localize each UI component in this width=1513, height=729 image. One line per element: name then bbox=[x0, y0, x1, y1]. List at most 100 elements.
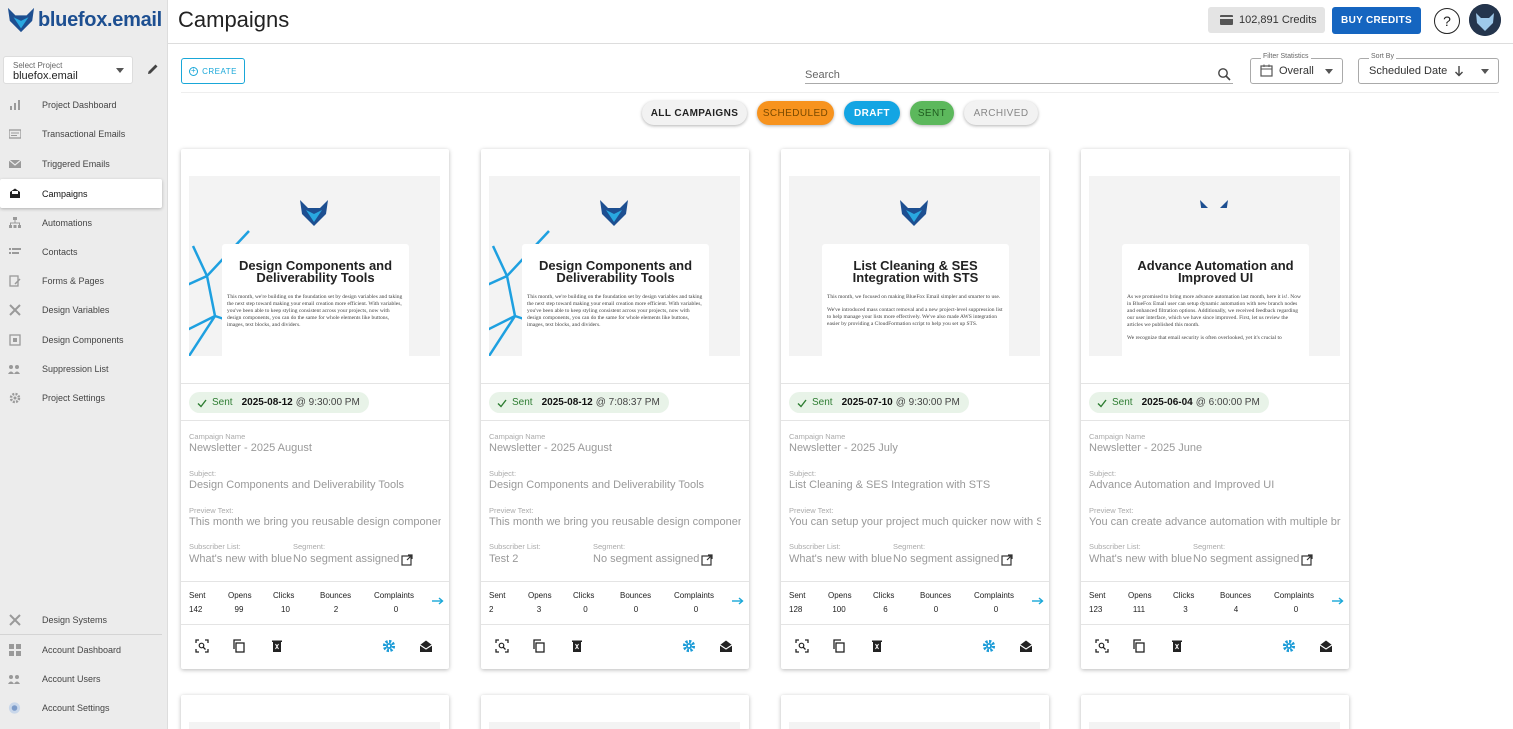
sidebar-item-label: Account Settings bbox=[42, 702, 110, 713]
preview-scan-icon[interactable] bbox=[795, 639, 809, 653]
stat-complaints-value: 0 bbox=[693, 605, 699, 614]
email-preview[interactable]: Design Components and Deliverability Too… bbox=[189, 176, 440, 356]
sidebar-item-account-users[interactable]: Account Users bbox=[0, 664, 162, 693]
email-preview[interactable]: Advance Automation and Improved UI As we… bbox=[1089, 176, 1340, 356]
help-icon[interactable]: ? bbox=[1434, 8, 1460, 34]
sidebar-item-account-settings[interactable]: Account Settings bbox=[0, 693, 162, 722]
sent-time: @ 9:30:00 PM bbox=[295, 397, 360, 408]
preview-text-value: This month we bring you reusable design … bbox=[489, 516, 741, 528]
gear-icon[interactable] bbox=[382, 639, 396, 653]
copy-icon[interactable] bbox=[532, 639, 546, 653]
filter-all-campaigns[interactable]: ALL CAMPAIGNS bbox=[642, 101, 747, 125]
open-external-icon[interactable] bbox=[701, 554, 713, 566]
divider bbox=[181, 624, 449, 625]
campaign-name-label: Campaign Name bbox=[789, 432, 846, 441]
sidebar-item-design-systems[interactable]: Design Systems bbox=[0, 605, 162, 634]
filter-sent[interactable]: SENT bbox=[910, 101, 954, 125]
gear-icon[interactable] bbox=[682, 639, 696, 653]
sidebar-item-automations[interactable]: Automations bbox=[0, 208, 162, 237]
campaign-card[interactable] bbox=[481, 695, 749, 729]
campaign-card[interactable]: List Cleaning & SES Integration with STS… bbox=[781, 149, 1049, 669]
preview-body: As we promised to bring more advance aut… bbox=[1127, 294, 1301, 328]
campaign-name-label: Campaign Name bbox=[1089, 432, 1146, 441]
delete-icon[interactable] bbox=[1170, 639, 1184, 653]
filter-statistics-value: Overall bbox=[1279, 65, 1314, 77]
arrow-right-icon[interactable] bbox=[1332, 597, 1344, 605]
open-envelope-icon[interactable] bbox=[1319, 639, 1333, 653]
search-input[interactable] bbox=[805, 67, 1205, 83]
preview-panel: Design Components and Deliverability Too… bbox=[222, 244, 409, 356]
stat-complaints-value: 0 bbox=[1293, 605, 1299, 614]
sidebar-item-design-variables[interactable]: Design Variables bbox=[0, 295, 162, 324]
preview-scan-icon[interactable] bbox=[195, 639, 209, 653]
campaign-card[interactable] bbox=[181, 695, 449, 729]
sidebar-item-suppression-list[interactable]: Suppression List bbox=[0, 354, 162, 383]
preview-text-label: Preview Text: bbox=[1089, 506, 1134, 515]
project-select[interactable]: Select Project bluefox.email bbox=[3, 56, 133, 84]
copy-icon[interactable] bbox=[832, 639, 846, 653]
open-envelope-icon[interactable] bbox=[1019, 639, 1033, 653]
filter-scheduled[interactable]: SCHEDULED bbox=[757, 101, 834, 125]
sidebar-item-project-dashboard[interactable]: Project Dashboard bbox=[0, 90, 162, 119]
campaign-card[interactable]: Advance Automation and Improved UI As we… bbox=[1081, 149, 1349, 669]
open-external-icon[interactable] bbox=[1301, 554, 1313, 566]
create-button[interactable]: + CREATE bbox=[181, 58, 245, 84]
email-preview[interactable]: List Cleaning & SES Integration with STS… bbox=[789, 176, 1040, 356]
open-envelope-icon[interactable] bbox=[419, 639, 433, 653]
pencil-icon[interactable] bbox=[146, 62, 160, 76]
sort-by-select[interactable]: Sort By Scheduled Date bbox=[1358, 53, 1499, 84]
campaign-card[interactable]: Design Components and Deliverability Too… bbox=[481, 149, 749, 669]
avatar[interactable] bbox=[1469, 4, 1501, 36]
delete-icon[interactable] bbox=[870, 639, 884, 653]
filter-statistics-label: Filter Statistics bbox=[1261, 53, 1311, 60]
arrow-down-icon[interactable] bbox=[1454, 65, 1464, 77]
filter-draft[interactable]: DRAFT bbox=[844, 101, 900, 125]
campaign-card[interactable]: Design Components and Deliverability Too… bbox=[181, 149, 449, 669]
delete-icon[interactable] bbox=[570, 639, 584, 653]
sidebar-item-triggered-emails[interactable]: Triggered Emails bbox=[0, 149, 162, 178]
email-preview[interactable]: Design Components and Deliverability Too… bbox=[489, 176, 740, 356]
divider bbox=[781, 581, 1049, 582]
filter-archived[interactable]: ARCHIVED bbox=[964, 101, 1038, 125]
subject-value: List Cleaning & SES Integration with STS bbox=[789, 479, 991, 491]
form-icon bbox=[8, 274, 21, 287]
search-icon[interactable] bbox=[1217, 67, 1231, 81]
sidebar-item-contacts[interactable]: Contacts bbox=[0, 237, 162, 266]
open-external-icon[interactable] bbox=[401, 554, 413, 566]
gear-icon[interactable] bbox=[982, 639, 996, 653]
arrow-right-icon[interactable] bbox=[432, 597, 444, 605]
campaign-card[interactable] bbox=[1081, 695, 1349, 729]
preview-title: Advance Automation and Improved UI bbox=[1137, 258, 1294, 285]
copy-icon[interactable] bbox=[232, 639, 246, 653]
copy-icon[interactable] bbox=[1132, 639, 1146, 653]
sidebar-item-forms-pages[interactable]: Forms & Pages bbox=[0, 266, 162, 295]
sidebar-item-label: Design Variables bbox=[42, 304, 110, 315]
sidebar-item-transactional-emails[interactable]: Transactional Emails bbox=[0, 119, 162, 148]
preview-text-label: Preview Text: bbox=[189, 506, 234, 515]
sidebar-item-campaigns[interactable]: Campaigns bbox=[0, 179, 162, 208]
preview-scan-icon[interactable] bbox=[1095, 639, 1109, 653]
segment-label: Segment: bbox=[1193, 542, 1226, 551]
status-text: Sent bbox=[212, 397, 233, 408]
open-external-icon[interactable] bbox=[1001, 554, 1013, 566]
campaign-card[interactable] bbox=[781, 695, 1049, 729]
status-badge: Sent 2025-08-12 @ 9:30:00 PM bbox=[189, 392, 369, 413]
open-envelope-icon[interactable] bbox=[719, 639, 733, 653]
arrow-right-icon[interactable] bbox=[1032, 597, 1044, 605]
gear-icon[interactable] bbox=[1282, 639, 1296, 653]
filter-statistics-select[interactable]: Filter Statistics Overall bbox=[1250, 53, 1343, 84]
sidebar-item-project-settings[interactable]: Project Settings bbox=[0, 383, 162, 412]
buy-credits-button[interactable]: BUY CREDITS bbox=[1332, 7, 1421, 34]
arrow-right-icon[interactable] bbox=[732, 597, 744, 605]
logo[interactable]: bluefox.email bbox=[6, 4, 162, 36]
sidebar-item-design-components[interactable]: Design Components bbox=[0, 325, 162, 354]
delete-icon[interactable] bbox=[270, 639, 284, 653]
sidebar-item-label: Project Settings bbox=[42, 392, 106, 403]
sidebar-item-account-dashboard[interactable]: Account Dashboard bbox=[0, 635, 162, 664]
segment-label: Segment: bbox=[593, 542, 626, 551]
sidebar-item-label: Forms & Pages bbox=[42, 275, 105, 286]
preview-scan-icon[interactable] bbox=[495, 639, 509, 653]
preview-body-2: We've introduced mass contact removal an… bbox=[827, 307, 1003, 327]
envelope-icon bbox=[8, 157, 21, 170]
divider bbox=[481, 581, 749, 582]
